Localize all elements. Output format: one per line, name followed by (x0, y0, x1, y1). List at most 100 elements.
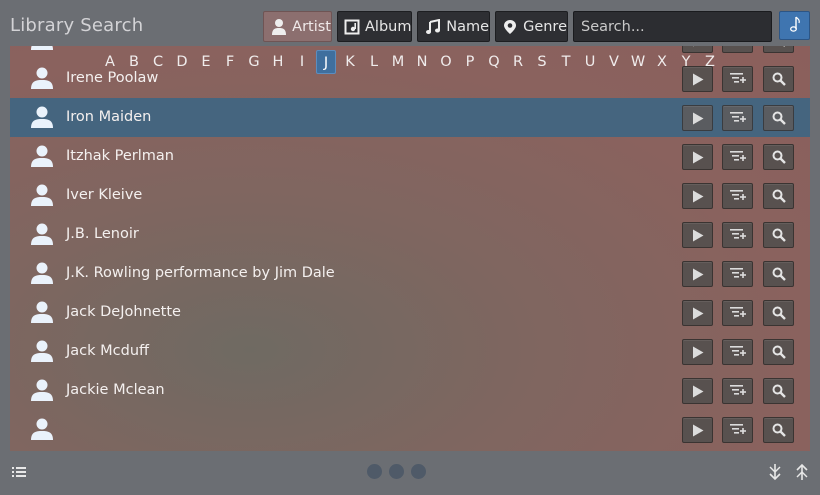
alphabet-letter-e[interactable]: E (196, 50, 216, 74)
person-icon (30, 144, 54, 168)
artist-name: J.B. Lenoir (66, 226, 139, 242)
artist-name: Itzhak Perlman (66, 148, 174, 164)
play-icon (692, 190, 704, 203)
alphabet-letter-t[interactable]: T (556, 50, 576, 74)
person-icon (30, 300, 54, 324)
alphabet-letter-q[interactable]: Q (484, 50, 504, 74)
alphabet-letter-w[interactable]: W (628, 50, 648, 74)
list-item[interactable]: Jackie Mclean (10, 371, 810, 410)
find-button[interactable] (763, 144, 794, 170)
search-icon (772, 150, 786, 164)
find-button[interactable] (763, 300, 794, 326)
find-button[interactable] (763, 339, 794, 365)
play-button[interactable] (682, 105, 713, 131)
play-button[interactable] (682, 378, 713, 404)
alphabet-letter-k[interactable]: K (340, 50, 360, 74)
enqueue-icon (729, 345, 746, 359)
list-item[interactable] (10, 410, 810, 449)
play-button[interactable] (682, 144, 713, 170)
artist-name: Jack Mcduff (66, 343, 150, 359)
album-icon (344, 18, 360, 36)
list-item[interactable]: Jack DeJohnette (10, 293, 810, 332)
arrow-up-icon[interactable] (794, 463, 810, 481)
person-icon (30, 105, 54, 129)
filter-genre-button[interactable]: Genre (495, 11, 568, 42)
search-input[interactable] (573, 11, 772, 42)
alphabet-letter-n[interactable]: N (412, 50, 432, 74)
enqueue-button[interactable] (722, 300, 753, 326)
enqueue-button[interactable] (722, 222, 753, 248)
person-icon (30, 339, 54, 363)
alphabet-letter-f[interactable]: F (220, 50, 240, 74)
play-button[interactable] (682, 417, 713, 443)
alphabet-letter-h[interactable]: H (268, 50, 288, 74)
alphabet-letter-j[interactable]: J (316, 50, 336, 74)
alphabet-letter-l[interactable]: L (364, 50, 384, 74)
play-button[interactable] (682, 222, 713, 248)
list-item[interactable]: Jack Mcduff (10, 332, 810, 371)
alphabet-letter-u[interactable]: U (580, 50, 600, 74)
music-mode-button[interactable] (779, 11, 810, 40)
alphabet-letter-m[interactable]: M (388, 50, 408, 74)
find-button[interactable] (763, 183, 794, 209)
alphabet-letter-x[interactable]: X (652, 50, 672, 74)
artist-list-panel[interactable]: Irene Poolaw Iron Maiden Itzhak Perlman Ive… (10, 46, 810, 451)
enqueue-button[interactable] (722, 144, 753, 170)
play-button[interactable] (682, 261, 713, 287)
page-indicator-dot-active[interactable] (411, 464, 426, 479)
find-button[interactable] (763, 261, 794, 287)
list-item[interactable]: J.B. Lenoir (10, 215, 810, 254)
alphabet-letter-a[interactable]: A (100, 50, 120, 74)
play-icon (692, 268, 704, 281)
enqueue-button[interactable] (722, 378, 753, 404)
list-item-selected[interactable]: Iron Maiden (10, 98, 810, 137)
person-icon (30, 378, 54, 402)
page-indicator-dot[interactable] (389, 464, 404, 479)
alphabet-letter-s[interactable]: S (532, 50, 552, 74)
page-indicator-dot[interactable] (367, 464, 382, 479)
alphabet-letter-g[interactable]: G (244, 50, 264, 74)
play-icon (692, 346, 704, 359)
person-icon (30, 183, 54, 207)
enqueue-button[interactable] (722, 339, 753, 365)
arrow-down-icon[interactable] (767, 463, 783, 481)
play-button[interactable] (682, 339, 713, 365)
person-icon (30, 417, 54, 441)
alphabet-letter-o[interactable]: O (436, 50, 456, 74)
alphabet-letter-y[interactable]: Y (676, 50, 696, 74)
play-icon (692, 385, 704, 398)
enqueue-button[interactable] (722, 105, 753, 131)
list-item[interactable]: Iver Kleive (10, 176, 810, 215)
find-button[interactable] (763, 417, 794, 443)
search-icon (772, 189, 786, 203)
alphabet-letter-r[interactable]: R (508, 50, 528, 74)
enqueue-icon (729, 189, 746, 203)
artist-name: J.K. Rowling performance by Jim Dale (66, 265, 335, 281)
alphabet-letter-d[interactable]: D (172, 50, 192, 74)
alphabet-letter-p[interactable]: P (460, 50, 480, 74)
find-button[interactable] (763, 378, 794, 404)
alphabet-letter-b[interactable]: B (124, 50, 144, 74)
enqueue-icon (729, 306, 746, 320)
filter-artist-button[interactable]: Artist (263, 11, 332, 42)
find-button[interactable] (763, 222, 794, 248)
filter-name-button[interactable]: Name (417, 11, 490, 42)
list-item[interactable]: Itzhak Perlman (10, 137, 810, 176)
play-button[interactable] (682, 183, 713, 209)
enqueue-button[interactable] (722, 417, 753, 443)
list-item[interactable]: J.K. Rowling performance by Jim Dale (10, 254, 810, 293)
filter-album-button[interactable]: Album (337, 11, 412, 42)
alphabet-letter-c[interactable]: C (148, 50, 168, 74)
search-icon (772, 423, 786, 437)
find-button[interactable] (763, 105, 794, 131)
alphabet-letter-i[interactable]: I (292, 50, 312, 74)
list-icon[interactable] (11, 464, 27, 480)
alphabet-letter-z[interactable]: Z (700, 50, 720, 74)
search-icon (772, 306, 786, 320)
enqueue-button[interactable] (722, 183, 753, 209)
alphabet-letter-v[interactable]: V (604, 50, 624, 74)
play-button[interactable] (682, 300, 713, 326)
play-icon (692, 229, 704, 242)
enqueue-icon (729, 267, 746, 281)
enqueue-button[interactable] (722, 261, 753, 287)
